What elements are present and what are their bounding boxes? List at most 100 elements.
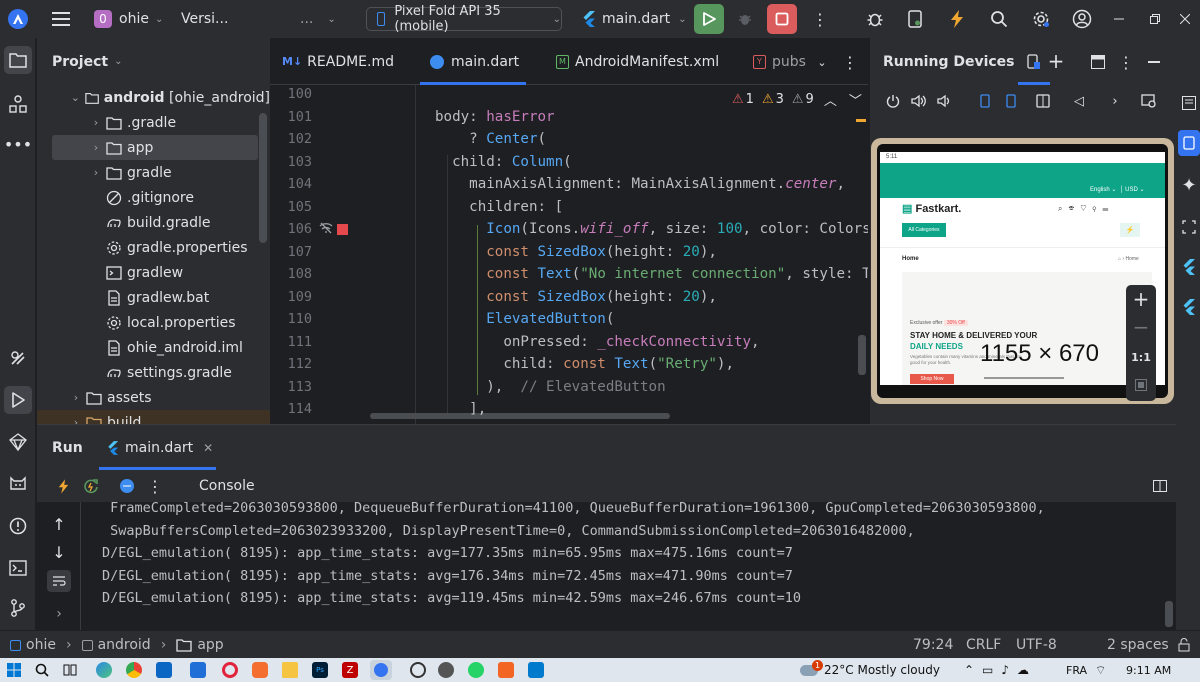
tree-item-local-properties[interactable]: local.properties [37, 310, 270, 335]
line-number[interactable]: 101 [270, 109, 312, 125]
device-tab-icon[interactable] [1024, 52, 1044, 72]
device-selector[interactable]: Pixel Fold API 35 (mobile) ⌄ [366, 4, 562, 34]
line-number[interactable]: 113 [270, 379, 312, 395]
project-switcher[interactable]: 0 ohie ⌄ [94, 0, 163, 38]
task-view-icon[interactable] [62, 662, 78, 678]
file-explorer-icon[interactable] [282, 662, 298, 678]
console-line[interactable]: D/EGL_emulation( 8195): app_time_stats: … [102, 568, 793, 584]
account-icon[interactable] [1070, 8, 1094, 30]
tab-android-manifest[interactable]: M AndroidManifest.xml [556, 38, 719, 85]
code-line[interactable]: child: const Text("Retry"), [435, 356, 734, 372]
network-icon[interactable]: ⌔ [1095, 658, 1106, 682]
hot-reload-icon[interactable] [53, 476, 73, 496]
header-icons[interactable]: ⌕☏♡⚲☰ [1058, 204, 1114, 214]
horizontal-scrollbar[interactable] [370, 413, 670, 419]
line-number[interactable]: 105 [270, 199, 312, 215]
tree-item-gradle-properties[interactable]: gradle.properties [37, 235, 270, 260]
search-icon[interactable] [34, 662, 50, 678]
tree-item-build[interactable]: › build [37, 410, 270, 424]
mail-icon[interactable] [190, 662, 206, 678]
line-number[interactable]: 102 [270, 131, 312, 147]
breadcrumb[interactable]: ⌂ › Home [1118, 256, 1139, 262]
breadcrumb-item[interactable]: android [98, 637, 151, 653]
screenshot-icon[interactable] [1140, 92, 1158, 110]
scroll-up-icon[interactable]: ↑ [49, 514, 69, 534]
volume-down-icon[interactable] [936, 92, 954, 110]
code-line[interactable]: const SizedBox(height: 20), [435, 244, 717, 260]
code-line[interactable]: children: [ [435, 199, 563, 215]
code-line[interactable]: mainAxisAlignment: MainAxisAlignment.cen… [435, 176, 845, 192]
tree-item-assets[interactable]: › assets [37, 385, 270, 410]
line-number[interactable]: 111 [270, 334, 312, 350]
rotate-right-icon[interactable] [1002, 92, 1020, 110]
line-number[interactable]: 108 [270, 266, 312, 282]
code-line[interactable]: onPressed: _checkConnectivity, [435, 334, 759, 350]
back-icon[interactable]: ◁ [1070, 92, 1088, 110]
code-line[interactable]: ], [435, 401, 486, 417]
debug-icon[interactable] [734, 9, 756, 29]
warning-marker[interactable] [856, 119, 866, 122]
hide-panel-icon[interactable] [1146, 54, 1162, 70]
inspection-widget[interactable]: ⚠ 1 ⚠ 3 ⚠ 9 ︿ ﹀ [732, 89, 862, 109]
notifications-icon[interactable] [1178, 92, 1200, 114]
breadcrumb-item[interactable]: app [197, 637, 223, 653]
running-devices-tool-button[interactable] [1178, 130, 1200, 156]
opera-icon[interactable] [222, 662, 238, 678]
scroll-down-icon[interactable]: ↓ [49, 542, 69, 562]
photoshop-icon[interactable]: Ps [312, 662, 328, 678]
soft-wrap-icon[interactable] [47, 570, 71, 592]
console-line[interactable]: D/EGL_emulation( 8195): app_time_stats: … [102, 590, 801, 606]
chatgpt-icon[interactable] [410, 662, 426, 678]
weather-widget[interactable]: 1 22°C Mostly cloudy [800, 658, 940, 682]
brand-logo[interactable]: ▤ Fastkart. [902, 202, 961, 215]
tree-item-iml[interactable]: ohie_android.iml [37, 335, 270, 360]
run-button[interactable] [694, 4, 724, 34]
code-line[interactable]: child: Column( [435, 154, 572, 170]
project-tool-button[interactable] [4, 46, 32, 74]
language-currency[interactable]: English ⌄ │ USD ⌄ [1090, 186, 1145, 193]
bug-icon[interactable] [864, 9, 886, 29]
minimize-icon[interactable] [1112, 12, 1126, 26]
file-encoding[interactable]: UTF-8 [1016, 631, 1057, 659]
caret-position[interactable]: 79:24 [913, 631, 953, 659]
line-separator[interactable]: CRLF [966, 631, 1001, 659]
all-categories-button[interactable]: All Categories [902, 223, 946, 237]
line-number[interactable]: 104 [270, 176, 312, 192]
more-vertical-icon[interactable]: ⋮ [1116, 52, 1136, 72]
outlook-icon[interactable] [156, 662, 172, 678]
dart-devtools-icon[interactable] [4, 428, 32, 456]
tree-item-gradlew-bat[interactable]: gradlew.bat [37, 285, 270, 310]
tree-item-settings-gradle[interactable]: settings.gradle [37, 360, 270, 385]
brave-icon[interactable] [252, 662, 268, 678]
code-line[interactable]: const Text("No internet connection", sty… [435, 266, 868, 282]
line-number[interactable]: 107 [270, 244, 312, 260]
code-line[interactable]: ? Center( [435, 131, 546, 147]
code-line[interactable]: body: hasError [435, 109, 555, 125]
tab-pubspec[interactable]: Y pubs [753, 38, 806, 85]
window-options-icon[interactable] [1088, 52, 1108, 72]
more-vertical-icon[interactable]: ⋮ [840, 52, 860, 72]
hot-restart-icon[interactable] [81, 476, 101, 496]
hot-reload-icon[interactable] [946, 9, 968, 29]
zoom-actual-size[interactable]: 1:1 [1129, 347, 1153, 367]
tree-item-build-gradle[interactable]: build.gradle [37, 210, 270, 235]
problems-icon[interactable] [4, 512, 32, 540]
run-config-selector[interactable]: main.dart ⌄ [582, 0, 687, 38]
more-actions[interactable]: ... ⌄ [300, 0, 336, 38]
vcs-widget[interactable]: Versi... [181, 0, 228, 38]
vertical-scrollbar[interactable] [858, 335, 866, 375]
tree-item-gradlew[interactable]: gradlew [37, 260, 270, 285]
close-icon[interactable] [1178, 12, 1192, 26]
terminal-icon[interactable] [4, 554, 32, 582]
flutter-outline-icon[interactable] [1178, 256, 1200, 278]
forward-icon[interactable]: › [1106, 92, 1124, 110]
zoom-out-icon[interactable]: − [1131, 315, 1151, 339]
tree-item-gitignore[interactable]: .gitignore [37, 185, 270, 210]
code-line[interactable]: ), // ElevatedButton [435, 379, 665, 395]
code-line[interactable]: const SizedBox(height: 20), [435, 289, 717, 305]
console-line[interactable]: SwapBuffersCompleted=2063023933200, Disp… [102, 523, 915, 539]
fit-screen-icon[interactable] [1131, 375, 1151, 395]
console-line[interactable]: D/EGL_emulation( 8195): app_time_stats: … [102, 545, 793, 561]
breadcrumb-item[interactable]: ohie [26, 637, 56, 653]
shop-now-button[interactable]: Shop Now [910, 374, 954, 384]
